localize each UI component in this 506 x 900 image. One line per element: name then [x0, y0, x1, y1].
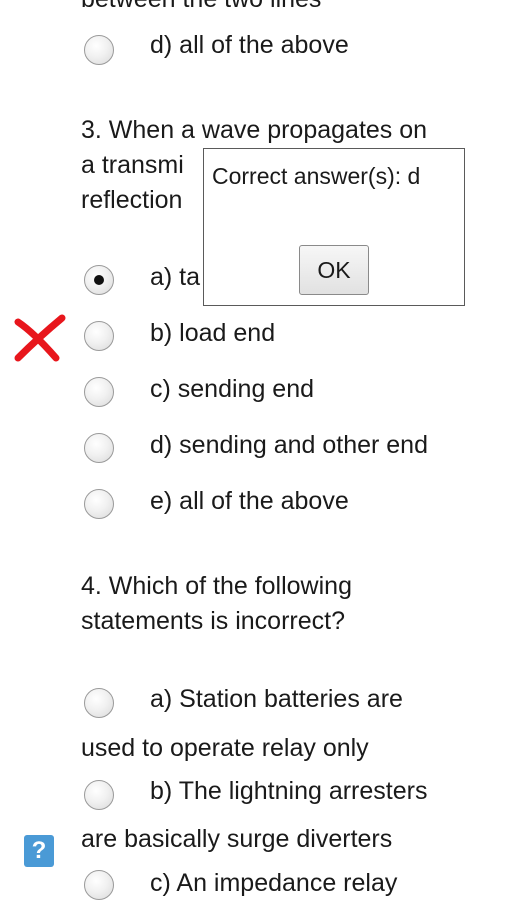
- q2-option-d-label[interactable]: d) all of the above: [150, 28, 349, 62]
- q3-option-b-radio[interactable]: [84, 321, 114, 351]
- q4-text-line2: statements is incorrect?: [81, 607, 345, 635]
- q3-option-c-label[interactable]: c) sending end: [150, 372, 314, 406]
- q3-text-line3: reflection: [81, 186, 183, 214]
- q4-option-a-label[interactable]: a) Station batteries are: [150, 682, 403, 716]
- ok-button[interactable]: OK: [299, 245, 369, 295]
- correct-answer-dialog: Correct answer(s): d OK: [203, 148, 465, 306]
- q3-option-a-radio[interactable]: [84, 265, 114, 295]
- q3-text-line1: 3. When a wave propagates on: [81, 116, 428, 144]
- q2-option-d-radio[interactable]: [84, 35, 114, 65]
- q4-option-b-label[interactable]: b) The lightning arresters: [150, 774, 427, 808]
- selected-dot: [94, 275, 104, 285]
- q3-option-d-radio[interactable]: [84, 433, 114, 463]
- q3-option-a-label[interactable]: a) ta: [150, 260, 200, 294]
- q3-text-line2: a transmi: [81, 151, 184, 179]
- q4-option-c-label[interactable]: c) An impedance relay: [150, 866, 397, 900]
- dialog-message: Correct answer(s): d: [212, 163, 421, 189]
- q4-option-b-continuation: are basically surge diverters: [81, 825, 393, 853]
- q4-text-line1: 4. Which of the following: [81, 572, 352, 600]
- q3-option-e-radio[interactable]: [84, 489, 114, 519]
- q4-option-b-radio[interactable]: [84, 780, 114, 810]
- q4-option-c-radio[interactable]: [84, 870, 114, 900]
- q3-option-d-label[interactable]: d) sending and other end: [150, 428, 428, 462]
- q4-option-a-radio[interactable]: [84, 688, 114, 718]
- q4-option-a-continuation: used to operate relay only: [81, 734, 369, 762]
- previous-question-tail: between the two lines: [81, 0, 321, 16]
- help-icon[interactable]: ?: [24, 835, 54, 867]
- wrong-answer-x-icon: [14, 314, 66, 362]
- q3-option-e-label[interactable]: e) all of the above: [150, 484, 349, 518]
- q3-option-b-label[interactable]: b) load end: [150, 316, 275, 350]
- q3-option-c-radio[interactable]: [84, 377, 114, 407]
